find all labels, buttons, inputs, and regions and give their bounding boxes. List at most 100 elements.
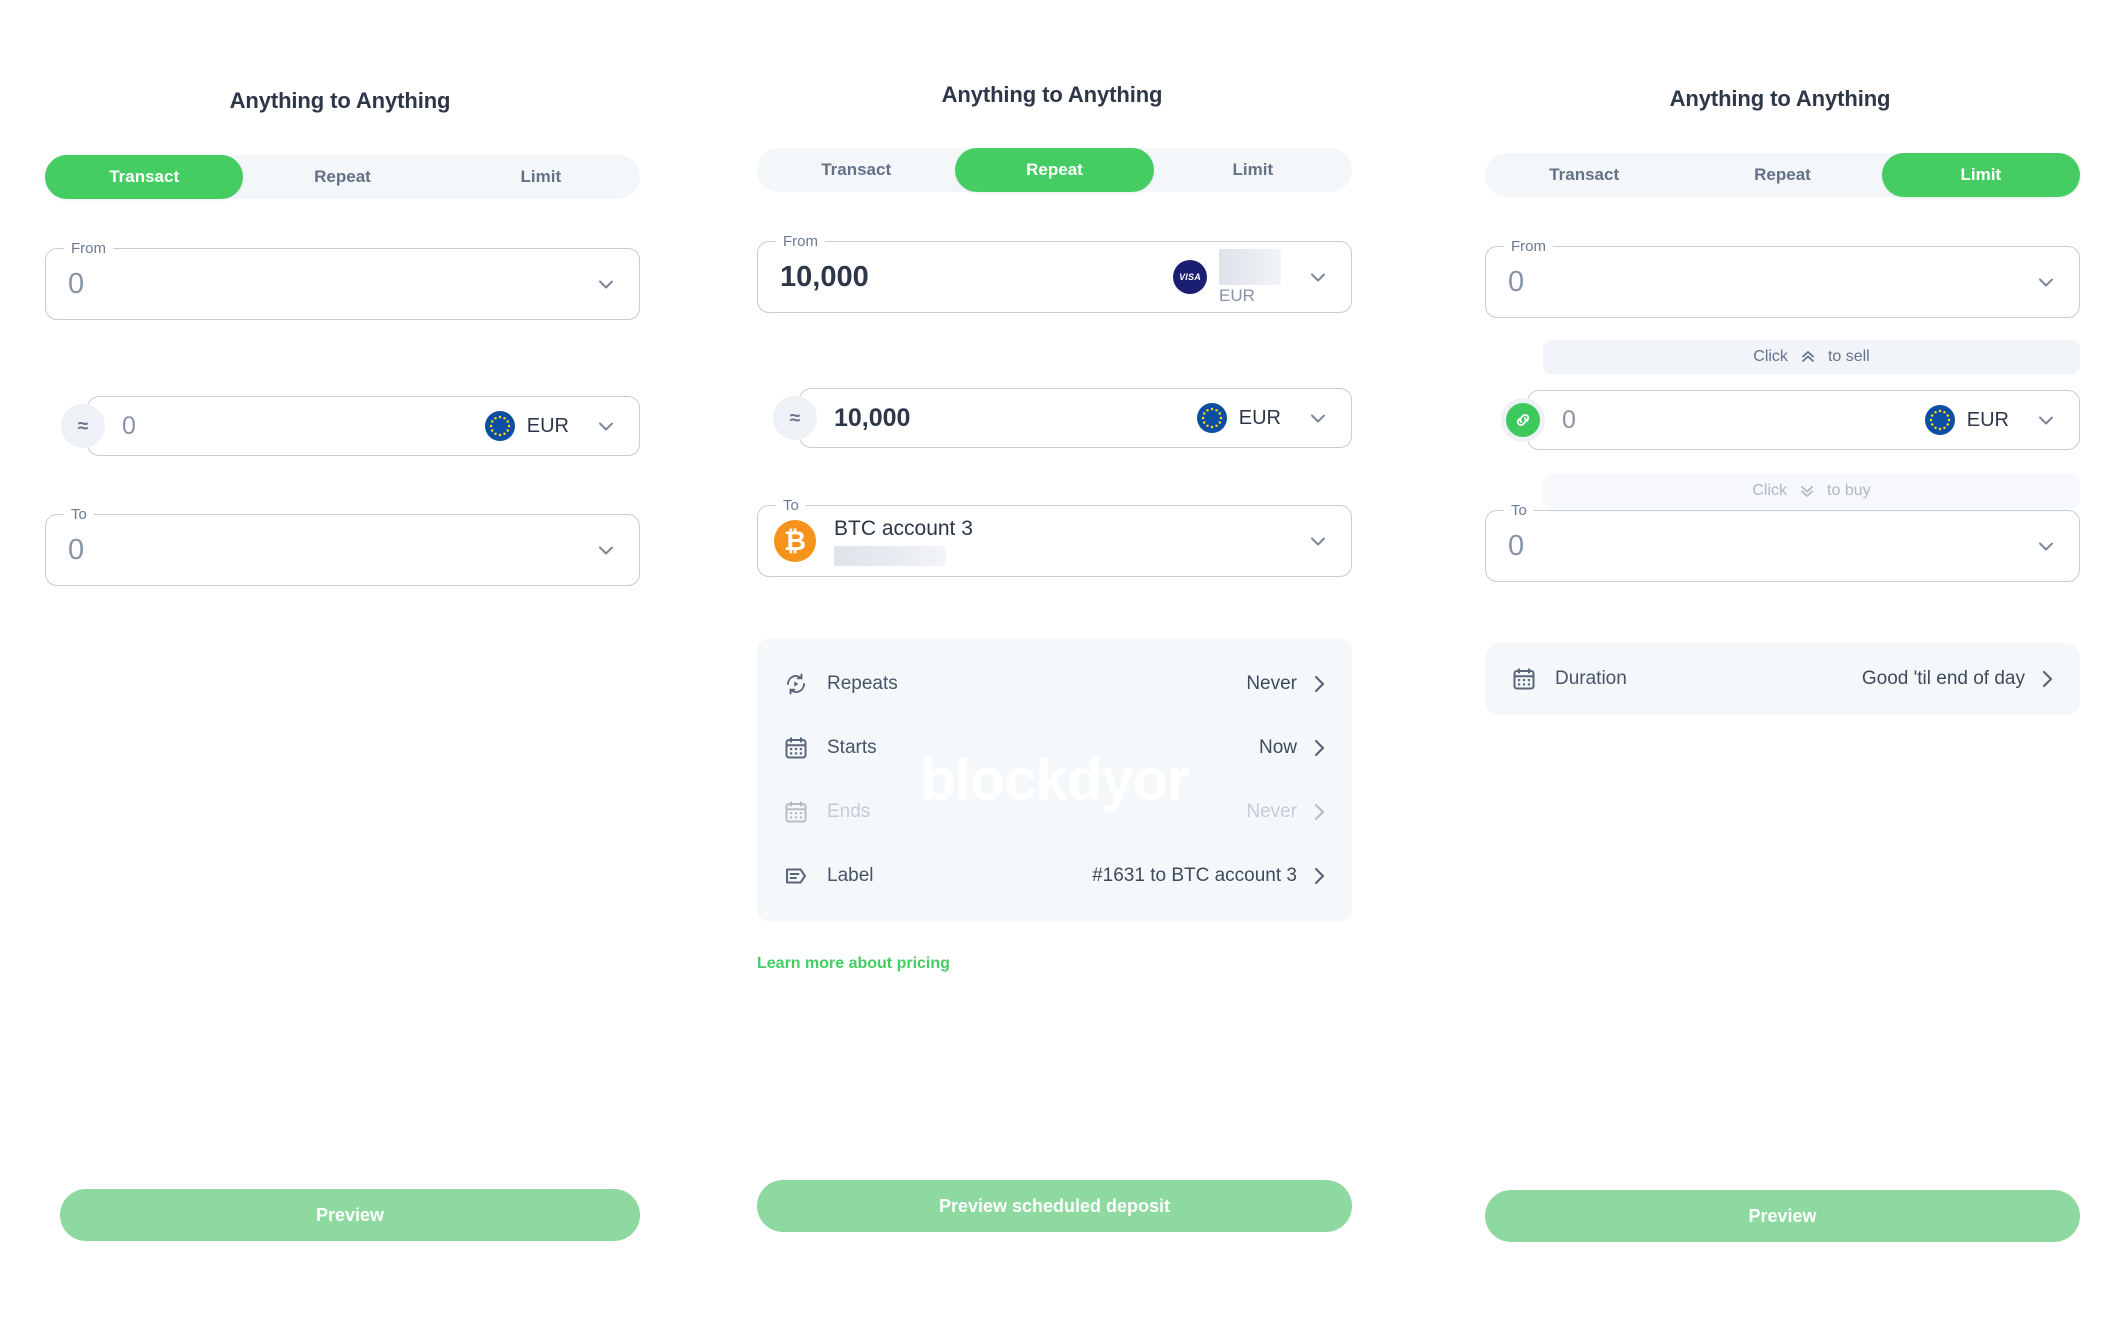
currency-code: EUR xyxy=(1966,408,2009,431)
to-amount-value: 0 xyxy=(68,533,85,566)
from-converted-value: 10,000 xyxy=(834,403,911,432)
chevron-down-icon[interactable] xyxy=(1307,530,1329,552)
bitcoin-icon: ₿ xyxy=(774,520,816,562)
from-field[interactable]: From 0 xyxy=(45,239,640,320)
approx-equals-icon: ≈ xyxy=(773,396,817,440)
chevron-right-icon[interactable] xyxy=(1313,738,1326,758)
to-label: To xyxy=(64,505,94,525)
currency-selector[interactable]: EUR xyxy=(1196,403,1281,433)
from-amount-value: 10,000 xyxy=(780,260,869,293)
hint-prefix: Click xyxy=(1752,482,1788,499)
destination-account: BTC account 3 xyxy=(834,517,1307,566)
account-name: BTC account 3 xyxy=(834,516,973,540)
tab-transact[interactable]: Transact xyxy=(45,155,244,199)
to-field[interactable]: To 0 xyxy=(1485,501,2080,582)
link-chain-icon[interactable] xyxy=(1501,398,1545,442)
to-label: To xyxy=(1504,501,1534,521)
hint-suffix: to sell xyxy=(1827,348,1870,365)
panel-repeat: Anything to Anything Transact Repeat Lim… xyxy=(752,0,1372,1337)
from-label: From xyxy=(64,239,113,259)
settings-value: #1631 to BTC account 3 xyxy=(1092,865,1297,886)
limit-price-row[interactable]: 0 EUR xyxy=(1527,390,2080,450)
approx-equals-icon: ≈ xyxy=(61,404,105,448)
chevron-down-icon[interactable] xyxy=(595,273,617,295)
hint-prefix: Click xyxy=(1753,348,1788,365)
tab-limit[interactable]: Limit xyxy=(1881,153,2080,197)
double-chevron-up-icon xyxy=(1800,349,1816,365)
settings-label: Label xyxy=(827,865,874,886)
limit-price-value: 0 xyxy=(1562,405,1576,434)
settings-value: Never xyxy=(1246,673,1297,694)
screen: Anything to Anything Transact Repeat Lim… xyxy=(0,0,2127,1337)
preview-button[interactable]: Preview xyxy=(1485,1190,2080,1242)
settings-label: Repeats xyxy=(827,673,898,694)
tab-repeat[interactable]: Repeat xyxy=(955,148,1154,192)
chevron-right-icon[interactable] xyxy=(1313,802,1326,822)
chevron-down-icon[interactable] xyxy=(2035,535,2057,557)
from-label: From xyxy=(1504,237,1553,257)
tab-limit[interactable]: Limit xyxy=(1154,148,1352,192)
calendar-icon xyxy=(783,799,809,825)
chevron-down-icon[interactable] xyxy=(1307,407,1329,429)
hint-click-to-sell[interactable]: Click to sell xyxy=(1543,340,2080,374)
page-title: Anything to Anything xyxy=(1669,86,1891,111)
learn-more-pricing-link[interactable]: Learn more about pricing xyxy=(757,955,950,973)
repeat-icon xyxy=(783,671,809,697)
calendar-icon xyxy=(783,735,809,761)
settings-row-duration[interactable]: Duration Good 'til end of day xyxy=(1511,647,2054,711)
settings-label: Duration xyxy=(1555,668,1627,689)
tab-transact[interactable]: Transact xyxy=(1485,153,1683,197)
settings-value: Now xyxy=(1258,737,1297,758)
currency-selector[interactable]: EUR xyxy=(1924,405,2009,435)
page-title: Anything to Anything xyxy=(941,82,1163,107)
settings-row-repeats[interactable]: Repeats Never xyxy=(783,652,1326,716)
settings-row-ends[interactable]: Ends Never xyxy=(783,780,1326,844)
hint-suffix: to buy xyxy=(1827,482,1871,499)
currency-code: EUR xyxy=(526,414,569,437)
chevron-down-icon[interactable] xyxy=(1307,266,1329,288)
panel-transact: Anything to Anything Transact Repeat Lim… xyxy=(40,0,660,1337)
eu-flag-icon xyxy=(1924,405,1955,435)
limit-price-row-wrap: 0 EUR xyxy=(1485,390,2080,450)
from-field[interactable]: From 10,000 VISA EUR xyxy=(757,232,1352,313)
chevron-down-icon[interactable] xyxy=(595,415,617,437)
currency-selector[interactable]: EUR xyxy=(484,411,569,441)
tab-transact[interactable]: Transact xyxy=(757,148,955,192)
panel-limit: Anything to Anything Transact Repeat Lim… xyxy=(1480,0,2100,1337)
tab-limit[interactable]: Limit xyxy=(442,155,640,199)
limit-settings-card: Duration Good 'til end of day xyxy=(1485,643,2080,715)
double-chevron-down-icon xyxy=(1799,483,1815,499)
to-amount-value: 0 xyxy=(1508,529,1525,562)
chevron-down-icon[interactable] xyxy=(2035,271,2057,293)
to-field[interactable]: To ₿ BTC account 3 xyxy=(757,496,1352,577)
chevron-right-icon[interactable] xyxy=(1313,674,1326,694)
from-amount-value: 0 xyxy=(68,267,85,300)
settings-row-label[interactable]: Label #1631 to BTC account 3 xyxy=(783,844,1326,908)
to-field[interactable]: To 0 xyxy=(45,505,640,586)
settings-value: Never xyxy=(1246,801,1297,822)
page-title: Anything to Anything xyxy=(229,88,451,113)
settings-row-starts[interactable]: Starts Now xyxy=(783,716,1326,780)
chevron-right-icon[interactable] xyxy=(2041,669,2054,689)
tab-repeat[interactable]: Repeat xyxy=(243,155,441,199)
preview-scheduled-deposit-button[interactable]: Preview scheduled deposit xyxy=(757,1180,1352,1232)
redacted-card-number xyxy=(1219,248,1281,285)
settings-label: Ends xyxy=(827,801,871,822)
from-currency-row-wrap: ≈ 0 EUR xyxy=(45,396,640,456)
tab-repeat[interactable]: Repeat xyxy=(1683,153,1881,197)
from-converted-value: 0 xyxy=(122,411,136,440)
settings-label: Starts xyxy=(827,737,877,758)
from-currency-row[interactable]: 10,000 EUR xyxy=(799,388,1352,448)
from-field[interactable]: From 0 xyxy=(1485,237,2080,318)
visa-wordmark: VISA xyxy=(1179,272,1201,282)
hint-click-to-buy[interactable]: Click to buy xyxy=(1543,474,2080,508)
chevron-right-icon[interactable] xyxy=(1313,866,1326,886)
chevron-down-icon[interactable] xyxy=(2035,409,2057,431)
tag-icon xyxy=(783,863,809,889)
chevron-down-icon[interactable] xyxy=(595,539,617,561)
preview-button[interactable]: Preview xyxy=(60,1189,640,1241)
from-currency-row[interactable]: 0 EUR xyxy=(87,396,640,456)
funding-source-selector[interactable]: VISA EUR xyxy=(1173,248,1281,306)
approx-equals-glyph: ≈ xyxy=(77,415,89,437)
mode-tabbar: Transact Repeat Limit xyxy=(45,155,640,199)
